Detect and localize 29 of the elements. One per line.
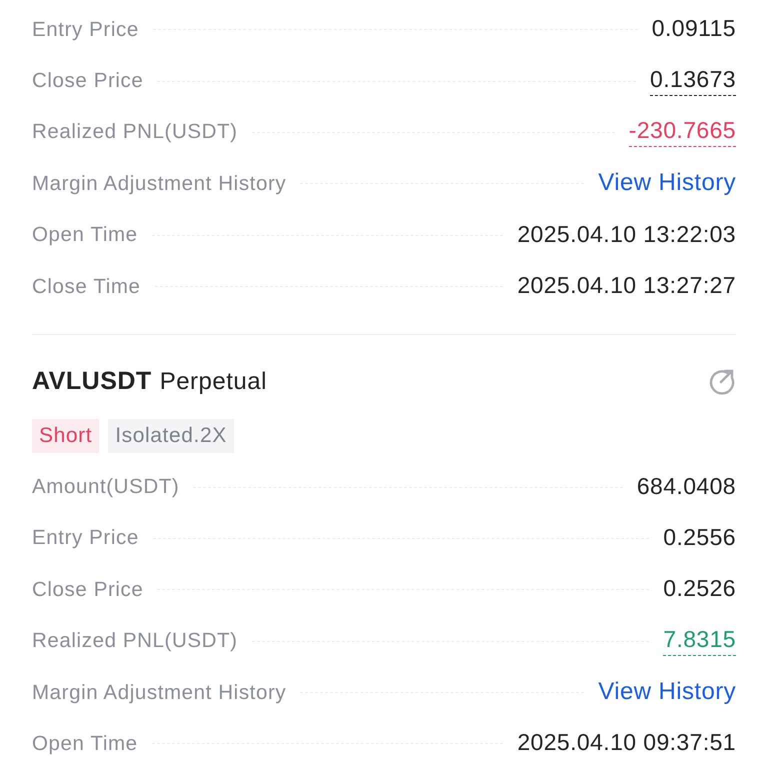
field-value: 0.2556 <box>663 524 736 552</box>
field-value: 0.2526 <box>663 575 736 604</box>
field-value: 684.0408 <box>636 472 736 501</box>
margin-mode-tag: Isolated.2X <box>108 419 234 454</box>
field-label: Margin Adjustment History <box>32 172 286 196</box>
view-history-link[interactable]: View History <box>598 678 736 708</box>
field-label: Close Price <box>32 69 144 94</box>
field-value: 2025.04.10 13:27:27 <box>517 272 736 300</box>
field-label: Close Time <box>32 274 141 299</box>
share-icon[interactable] <box>708 367 736 396</box>
field-label: Entry Price <box>32 526 139 550</box>
field-label: Realized PNL(USDT) <box>32 629 238 654</box>
field-value[interactable]: -230.7665 <box>628 117 736 148</box>
field-value[interactable]: 7.8315 <box>663 626 736 656</box>
field-label: Margin Adjustment History <box>32 680 286 705</box>
field-label: Open Time <box>32 732 138 756</box>
field-label: Entry Price <box>32 18 139 42</box>
side-tag: Short <box>32 419 100 454</box>
view-history-link[interactable]: View History <box>598 168 736 199</box>
field-label: Amount(USDT) <box>32 475 180 500</box>
field-value: 2025.04.10 13:22:03 <box>517 220 736 249</box>
field-value[interactable]: 0.13673 <box>650 66 736 96</box>
field-label: Open Time <box>32 223 138 248</box>
field-label: Close Price <box>32 578 144 602</box>
field-value: 2025.04.10 09:37:51 <box>517 729 736 758</box>
contract-type: Perpetual <box>160 368 267 396</box>
symbol-name: AVLUSDT <box>32 366 152 396</box>
field-value: 0.09115 <box>652 15 736 44</box>
field-label: Realized PNL(USDT) <box>32 120 238 144</box>
